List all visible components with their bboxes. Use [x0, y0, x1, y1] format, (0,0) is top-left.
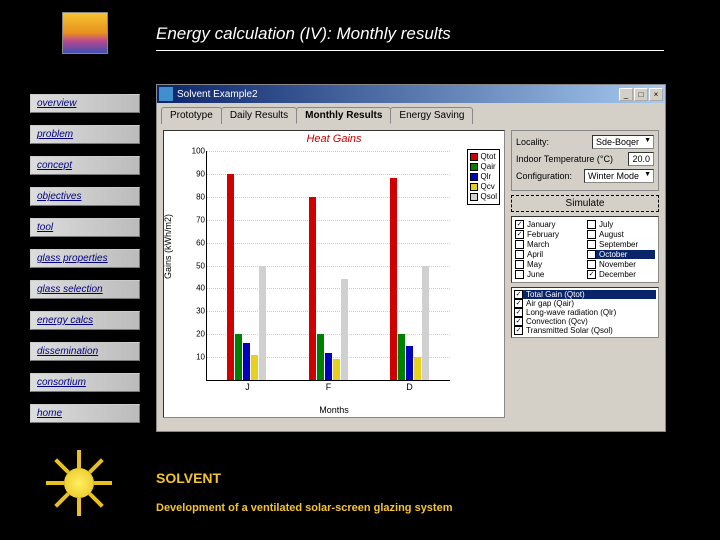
bar [317, 334, 324, 380]
footer-subtitle: Development of a ventilated solar-screen… [156, 502, 452, 514]
config-select[interactable]: Winter Mode [584, 169, 654, 183]
close-button[interactable]: × [649, 88, 663, 101]
bar [251, 355, 258, 380]
bar [390, 178, 397, 380]
month-checkbox[interactable]: March [515, 240, 583, 249]
gains-checklist: ✓Total Gain (Qtot)✓Air gap (Qair)✓Long-w… [511, 287, 659, 338]
month-checkbox[interactable]: ✓February [515, 230, 583, 239]
month-checkbox[interactable]: November [587, 260, 655, 269]
chart-plot-area: 102030405060708090100JFD [206, 151, 450, 381]
sidebar-item-problem[interactable]: problem [30, 125, 140, 144]
sidebar-nav: overview problem concept objectives tool… [30, 94, 140, 435]
bar [325, 353, 332, 380]
sidebar-item-overview[interactable]: overview [30, 94, 140, 113]
tab-strip: Prototype Daily Results Monthly Results … [157, 103, 665, 124]
legend-item: Qsol [470, 192, 497, 202]
sidebar-item-consortium[interactable]: consortium [30, 373, 140, 392]
bar [398, 334, 405, 380]
month-checkbox[interactable]: April [515, 250, 583, 259]
month-checkbox[interactable]: ✓December [587, 270, 655, 279]
maximize-button[interactable]: □ [634, 88, 648, 101]
tab-monthly-results[interactable]: Monthly Results [296, 107, 391, 124]
month-checkbox[interactable]: May [515, 260, 583, 269]
bar [341, 279, 348, 380]
gain-checkbox[interactable]: ✓Air gap (Qair) [514, 299, 656, 308]
header-logo [62, 12, 108, 54]
sidebar-item-objectives[interactable]: objectives [30, 187, 140, 206]
window-titlebar: Solvent Example2 _ □ × [157, 85, 665, 103]
app-icon [159, 87, 173, 101]
legend-item: Qtot [470, 152, 497, 162]
month-checkbox[interactable]: ✓January [515, 220, 583, 229]
sun-icon [44, 448, 114, 518]
app-window: Solvent Example2 _ □ × Prototype Daily R… [156, 84, 666, 432]
legend-item: Qair [470, 162, 497, 172]
bar [227, 174, 234, 380]
locality-label: Locality: [516, 137, 549, 147]
sidebar-item-tool[interactable]: tool [30, 218, 140, 237]
gain-checkbox[interactable]: ✓Transmitted Solar (Qsol) [514, 326, 656, 335]
sidebar-item-concept[interactable]: concept [30, 156, 140, 175]
locality-select[interactable]: Sde-Boqer [592, 135, 654, 149]
month-checkbox[interactable]: June [515, 270, 583, 279]
bar [333, 359, 340, 380]
bar [235, 334, 242, 380]
chart-legend: QtotQairQlrQcvQsol [467, 149, 500, 205]
gain-checkbox[interactable]: ✓Long-wave radiation (Qlr) [514, 308, 656, 317]
chart-xlabel: Months [319, 405, 349, 415]
bar [406, 346, 413, 380]
controls-panel: Locality: Sde-Boqer Indoor Temperature (… [511, 130, 659, 418]
sidebar-item-dissemination[interactable]: dissemination [30, 342, 140, 361]
month-checkbox[interactable]: August [587, 230, 655, 239]
chart-ylabel: Gains (kWh/m2) [163, 214, 173, 279]
bar [243, 343, 250, 380]
simulate-button[interactable]: Simulate [511, 195, 659, 212]
bar [309, 197, 316, 380]
sidebar-item-home[interactable]: home [30, 404, 140, 423]
month-checkbox[interactable]: October [587, 250, 655, 259]
month-checklist: ✓January July ✓February August March Septembe… [511, 216, 659, 283]
window-title: Solvent Example2 [177, 89, 619, 100]
month-checkbox[interactable]: September [587, 240, 655, 249]
gain-checkbox[interactable]: ✓Convection (Qcv) [514, 317, 656, 326]
sidebar-item-energy-calcs[interactable]: energy calcs [30, 311, 140, 330]
temp-label: Indoor Temperature (°C) [516, 154, 613, 164]
sidebar-item-glass-properties[interactable]: glass properties [30, 249, 140, 268]
page-title: Energy calculation (IV): Monthly results [156, 24, 451, 44]
chart-title: Heat Gains [164, 133, 504, 145]
chart-panel: Heat Gains QtotQairQlrQcvQsol Gains (kWh… [163, 130, 505, 418]
bar [422, 266, 429, 381]
bar [414, 357, 421, 380]
sidebar-item-glass-selection[interactable]: glass selection [30, 280, 140, 299]
legend-item: Qcv [470, 182, 497, 192]
temp-input[interactable]: 20.0 [628, 152, 654, 166]
title-underline [156, 50, 664, 51]
minimize-button[interactable]: _ [619, 88, 633, 101]
config-label: Configuration: [516, 171, 572, 181]
tab-daily-results[interactable]: Daily Results [221, 107, 297, 124]
tab-prototype[interactable]: Prototype [161, 107, 222, 124]
tab-energy-saving[interactable]: Energy Saving [390, 107, 473, 124]
gain-checkbox[interactable]: ✓Total Gain (Qtot) [514, 290, 656, 299]
footer-title: SOLVENT [156, 470, 221, 486]
month-checkbox[interactable]: July [587, 220, 655, 229]
legend-item: Qlr [470, 172, 497, 182]
bar [259, 266, 266, 381]
